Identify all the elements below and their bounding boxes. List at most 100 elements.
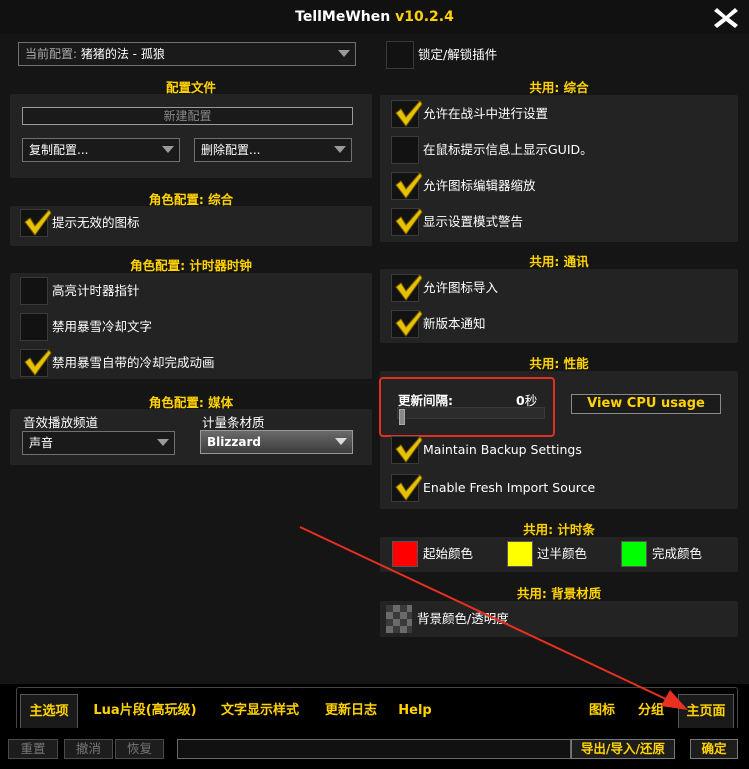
- checkbox-label: Maintain Backup Settings: [423, 442, 582, 457]
- checkbox-show-guid-tooltip[interactable]: 在鼠标提示信息上显示GUID。: [391, 136, 731, 164]
- complete-color-swatch[interactable]: [621, 541, 647, 567]
- checkmark-icon: [395, 208, 423, 235]
- checkbox-label: 在鼠标提示信息上显示GUID。: [423, 142, 593, 157]
- app-name: TellMeWhen: [295, 9, 391, 25]
- checkmark-icon: [395, 474, 423, 501]
- checkbox-box[interactable]: [391, 100, 423, 128]
- title-bar[interactable]: TellMeWhen v10.2.4: [0, 0, 749, 34]
- checkbox-label: 新版本通知: [423, 316, 486, 331]
- close-icon: [714, 8, 738, 28]
- checkbox-label: 高亮计时器指针: [52, 283, 140, 298]
- current-profile-dropdown[interactable]: 当前配置: 猪猪的法 - 孤狼: [18, 42, 356, 66]
- complete-color-label: 完成颜色: [652, 546, 703, 561]
- checkbox-show-invalid-icons[interactable]: 提示无效的图标: [20, 209, 360, 237]
- checkbox-label: 锁定/解锁插件: [418, 47, 498, 62]
- start-color-swatch[interactable]: [392, 541, 418, 567]
- global-perf-title: 共用: 性能: [529, 356, 589, 371]
- checkbox-allow-editor-scaling[interactable]: 允许图标编辑器缩放: [391, 172, 731, 200]
- backdrop-color-label: 背景颜色/透明度: [417, 611, 509, 626]
- new-profile-input[interactable]: 新建配置: [22, 107, 353, 125]
- char-timer-title: 角色配置: 计时器时钟: [130, 258, 252, 273]
- current-profile-value: 猪猪的法 - 孤狼: [80, 47, 165, 61]
- tab-group[interactable]: 分组: [630, 694, 672, 728]
- checkmark-icon: [395, 274, 423, 301]
- half-color-swatch[interactable]: [507, 541, 533, 567]
- checkmark-icon: [395, 172, 423, 199]
- checkbox-allow-config-in-combat[interactable]: 允许在战斗中进行设置: [391, 100, 731, 128]
- tab-help[interactable]: Help: [392, 694, 438, 728]
- checkbox-allow-icon-import[interactable]: 允许图标导入: [391, 274, 731, 302]
- tab-changelog[interactable]: 更新日志: [316, 694, 386, 728]
- checkbox-label: 允许图标导入: [423, 280, 499, 295]
- checkbox-new-version-notice[interactable]: 新版本通知: [391, 310, 731, 338]
- chevron-down-icon: [338, 50, 350, 57]
- chevron-down-icon: [157, 439, 169, 446]
- checkmark-icon: [395, 436, 423, 463]
- checkbox-disable-blizzard-cooldown-animation[interactable]: 禁用暴雪自带的冷却完成动画: [20, 349, 360, 377]
- options-body: 当前配置: 猪猪的法 - 孤狼 配置文件 新建配置 复制配置... 删除配置..…: [0, 34, 749, 684]
- copy-profile-dropdown[interactable]: 复制配置...: [22, 138, 180, 162]
- checkbox-label: 显示设置模式警告: [423, 214, 524, 229]
- delete-profile-label: 删除配置...: [201, 143, 261, 157]
- checkmark-icon: [395, 100, 423, 127]
- tab-lua-snippets[interactable]: Lua片段(高玩级): [84, 694, 206, 728]
- tab-main-page[interactable]: 主页面: [678, 694, 734, 728]
- bar-texture-dropdown[interactable]: Blizzard: [200, 430, 353, 454]
- checkbox-box[interactable]: [20, 277, 48, 305]
- checkbox-lock-unlock-addon[interactable]: 锁定/解锁插件: [386, 41, 726, 69]
- global-general-title: 共用: 综合: [529, 80, 589, 95]
- checkbox-maintain-backup-settings[interactable]: Maintain Backup Settings: [391, 436, 731, 464]
- checkbox-box[interactable]: [391, 436, 423, 464]
- checkmark-icon: [24, 209, 52, 236]
- close-button[interactable]: [712, 5, 740, 31]
- sound-channel-label: 音效播放频道: [23, 415, 99, 430]
- checkbox-highlight-timer-pointer[interactable]: 高亮计时器指针: [20, 277, 360, 305]
- import-export-button[interactable]: 导出/导入/还原: [571, 739, 675, 759]
- checkbox-box[interactable]: [20, 313, 48, 341]
- checkbox-label: 禁用暴雪自带的冷却完成动画: [52, 355, 215, 370]
- checkmark-icon: [24, 349, 52, 376]
- global-timer-bar-title: 共用: 计时条: [523, 522, 595, 537]
- sound-channel-dropdown[interactable]: 声音: [22, 431, 175, 455]
- checkbox-enable-fresh-import-source[interactable]: Enable Fresh Import Source: [391, 474, 731, 502]
- update-interval-highlight-box: [379, 377, 555, 437]
- window-title: TellMeWhen v10.2.4: [0, 0, 749, 34]
- app-version: v10.2.4: [395, 9, 454, 25]
- ok-button[interactable]: 确定: [690, 739, 738, 759]
- checkbox-box[interactable]: [391, 208, 423, 236]
- checkbox-box[interactable]: [20, 349, 52, 377]
- backdrop-color-swatch[interactable]: [386, 605, 412, 633]
- tab-main-options[interactable]: 主选项: [20, 694, 78, 728]
- checkbox-label: 禁用暴雪冷却文字: [52, 319, 153, 334]
- checkbox-box[interactable]: [391, 474, 423, 502]
- copy-profile-label: 复制配置...: [29, 143, 89, 157]
- global-comm-title: 共用: 通讯: [529, 254, 589, 269]
- checkbox-label: 提示无效的图标: [52, 215, 140, 230]
- new-profile-placeholder: 新建配置: [163, 109, 212, 123]
- status-input[interactable]: [177, 739, 571, 759]
- view-cpu-usage-button[interactable]: View CPU usage: [571, 394, 721, 414]
- delete-profile-dropdown[interactable]: 删除配置...: [194, 138, 352, 162]
- checkbox-box[interactable]: [391, 136, 419, 164]
- checkmark-icon: [395, 310, 423, 337]
- sound-channel-value: 声音: [29, 436, 54, 450]
- checkbox-box[interactable]: [386, 41, 414, 69]
- checkbox-show-config-warning[interactable]: 显示设置模式警告: [391, 208, 731, 236]
- checkbox-box[interactable]: [391, 274, 423, 302]
- redo-button[interactable]: 恢复: [115, 739, 164, 759]
- checkbox-box[interactable]: [20, 209, 52, 237]
- reset-button[interactable]: 重置: [8, 739, 58, 759]
- tab-text-display-style[interactable]: 文字显示样式: [212, 694, 308, 728]
- tab-icon[interactable]: 图标: [580, 694, 624, 728]
- checkbox-box[interactable]: [391, 172, 423, 200]
- checkbox-label: Enable Fresh Import Source: [423, 480, 596, 495]
- checkbox-box[interactable]: [391, 310, 423, 338]
- undo-button[interactable]: 撤消: [64, 739, 113, 759]
- checkbox-label: 允许在战斗中进行设置: [423, 106, 549, 121]
- half-color-label: 过半颜色: [537, 546, 588, 561]
- chevron-down-icon: [335, 438, 347, 445]
- start-color-label: 起始颜色: [423, 546, 474, 561]
- global-backdrop-title: 共用: 背景材质: [516, 586, 602, 601]
- checkbox-disable-blizzard-cooldown-text[interactable]: 禁用暴雪冷却文字: [20, 313, 360, 341]
- current-profile-prefix: 当前配置:: [25, 47, 81, 61]
